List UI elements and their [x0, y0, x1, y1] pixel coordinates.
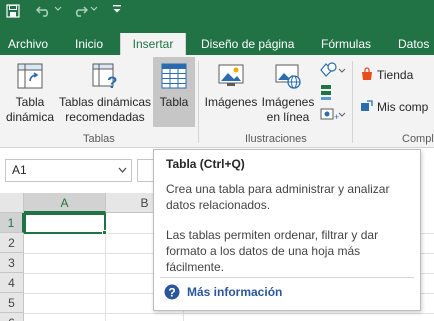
- ribbon-insertar: Tabla dinámica ? Tablas dinámicas recome…: [0, 55, 434, 148]
- online-images-label-line2: en línea: [266, 110, 310, 124]
- tooltip-table: Tabla (Ctrl+Q) Crea una tabla para admin…: [153, 149, 421, 311]
- recommended-pivot-label-line1: Tablas dinámicas: [58, 95, 152, 109]
- screenshot-button[interactable]: +: [318, 105, 348, 125]
- my-addins-button[interactable]: Mis comp: [360, 99, 428, 115]
- redo-icon[interactable]: [72, 3, 88, 17]
- chevron-down-icon[interactable]: [118, 167, 127, 173]
- recommended-pivot-button[interactable]: ? Tablas dinámicas recomendadas: [58, 59, 152, 129]
- pivot-table-button[interactable]: Tabla dinámica: [2, 59, 58, 129]
- group-label-complementos: Compl: [402, 133, 434, 145]
- svg-text:?: ?: [168, 286, 175, 300]
- online-images-button[interactable]: Imágenes en línea: [260, 59, 316, 129]
- ribbon-tabs: Archivo Inicio Insertar Diseño de página…: [0, 33, 434, 55]
- recommended-pivot-icon: ?: [92, 63, 117, 91]
- active-cell-a1[interactable]: [24, 213, 106, 234]
- row-header-1[interactable]: 1: [0, 213, 24, 233]
- name-box[interactable]: A1: [5, 159, 132, 182]
- column-header-a[interactable]: A: [24, 193, 106, 213]
- row-header-5[interactable]: 5: [0, 293, 24, 313]
- images-button[interactable]: Imágenes: [203, 59, 259, 129]
- tooltip-description: Crea una tabla para administrar y analiz…: [166, 182, 390, 212]
- row-header-3[interactable]: 3: [0, 253, 24, 273]
- row-header-2[interactable]: 2: [0, 233, 24, 253]
- group-separator: [352, 61, 353, 143]
- tooltip-divider: [160, 277, 414, 278]
- fill-handle[interactable]: [102, 230, 107, 235]
- table-button[interactable]: Tabla: [153, 57, 195, 127]
- shapes-icon: [320, 62, 346, 77]
- more-info-link[interactable]: Más información: [187, 285, 282, 299]
- image-icon: [218, 64, 244, 86]
- store-button[interactable]: Tienda: [360, 67, 413, 83]
- title-bar: [0, 0, 434, 33]
- smartart-button[interactable]: [318, 83, 348, 103]
- select-all-corner[interactable]: [0, 193, 24, 213]
- customize-icon[interactable]: [112, 4, 122, 14]
- tab-formulas[interactable]: Fórmulas: [321, 33, 371, 55]
- table-icon: [161, 63, 187, 89]
- recommended-pivot-label-line2: recomendadas: [65, 110, 145, 124]
- tab-insertar[interactable]: Insertar: [120, 33, 186, 55]
- gridline: [24, 313, 434, 314]
- svg-text:?: ?: [107, 73, 117, 91]
- store-label: Tienda: [377, 68, 414, 82]
- my-addins-icon: [361, 100, 373, 111]
- undo-icon[interactable]: [36, 3, 52, 17]
- images-label: Imágenes: [204, 95, 258, 109]
- online-images-label-line1: Imágenes: [261, 95, 315, 109]
- pivot-table-icon: [17, 63, 43, 89]
- store-icon: [362, 67, 372, 80]
- shapes-button[interactable]: [318, 61, 348, 81]
- tooltip-title: Tabla (Ctrl+Q): [166, 157, 245, 171]
- smartart-icon: [321, 85, 331, 100]
- screenshot-icon: +: [320, 108, 346, 122]
- save-icon[interactable]: [6, 4, 20, 18]
- tab-diseno-de-pagina[interactable]: Diseño de página: [201, 33, 294, 55]
- row-header-4[interactable]: 4: [0, 273, 24, 293]
- pivot-table-label-line2: dinámica: [5, 110, 55, 124]
- table-label: Tabla: [159, 95, 189, 109]
- my-addins-label: Mis comp: [377, 100, 429, 114]
- online-image-icon: [275, 64, 301, 89]
- tab-inicio[interactable]: Inicio: [75, 33, 103, 55]
- row-header-6[interactable]: 6: [0, 313, 24, 321]
- svg-text:+: +: [334, 112, 339, 122]
- pivot-table-label-line1: Tabla: [15, 95, 45, 109]
- help-icon[interactable]: ?: [164, 284, 180, 300]
- group-separator: [198, 61, 199, 143]
- tooltip-detail: Las tablas permiten ordenar, filtrar y d…: [166, 228, 379, 274]
- tab-datos[interactable]: Datos: [398, 33, 429, 55]
- redo-dropdown-icon[interactable]: [90, 5, 98, 13]
- tab-archivo[interactable]: Archivo: [8, 33, 48, 55]
- group-label-tablas: Tablas: [83, 133, 115, 145]
- undo-dropdown-icon[interactable]: [54, 5, 62, 13]
- group-label-ilustraciones: Ilustraciones: [245, 133, 307, 145]
